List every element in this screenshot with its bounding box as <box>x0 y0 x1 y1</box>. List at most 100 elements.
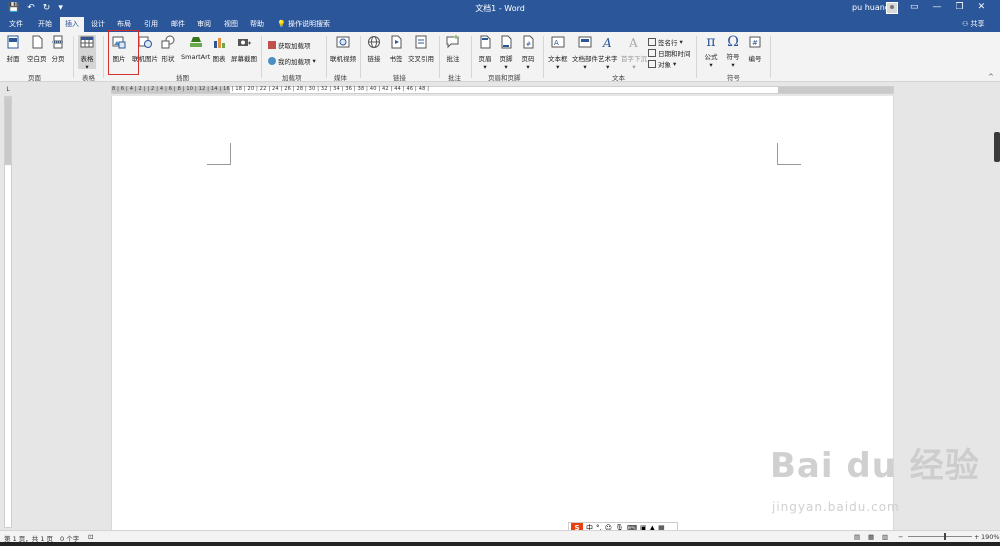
web-layout-icon[interactable]: ▥ <box>882 533 888 541</box>
horizontal-ruler[interactable]: 8 | 6 | 4 | 2 | | 2 | 4 | 6 | 8 | 10 | 1… <box>111 86 894 94</box>
zoom-in-icon[interactable]: + <box>974 533 979 541</box>
textbox-button[interactable]: A 文本框 ▾ <box>548 35 568 71</box>
symbol-button[interactable]: Ω 符号 ▾ <box>726 35 740 69</box>
ribbon-display-icon[interactable]: ▭ <box>910 2 919 12</box>
blank-page-button[interactable]: 空白页 <box>27 35 47 63</box>
scrollbar-thumb[interactable] <box>994 132 1000 162</box>
user-name[interactable]: pu huang <box>852 3 890 12</box>
globe-link-icon <box>368 36 380 48</box>
group-separator <box>439 36 440 78</box>
comment-button[interactable]: 批注 <box>446 35 460 63</box>
comment-icon <box>446 35 459 49</box>
textbox-label: 文本框 <box>548 55 568 63</box>
addins-icon <box>268 57 276 65</box>
number-button[interactable]: # 编号 <box>748 35 762 63</box>
minimize-icon[interactable]: — <box>933 2 942 12</box>
header-label: 页眉 <box>478 55 492 63</box>
tell-me-search[interactable]: 💡 操作说明搜索 <box>277 17 330 32</box>
signature-line-button[interactable]: 签名行 ▾ <box>648 37 683 47</box>
cover-page-label: 封面 <box>6 55 20 63</box>
watermark: Bai du 经验 jingyan.baidu.com <box>770 438 980 514</box>
page-number-label: 页码 <box>521 55 535 63</box>
zoom-slider[interactable] <box>908 536 972 537</box>
tab-stop-selector[interactable]: L <box>4 86 12 94</box>
date-time-label: 日期和时间 <box>658 50 691 58</box>
symbol-dropdown-icon: ▾ <box>731 61 735 69</box>
bookmark-button[interactable]: 书签 <box>389 35 403 63</box>
zoom-slider-thumb[interactable] <box>944 533 946 540</box>
object-button[interactable]: 对象 ▾ <box>648 59 676 69</box>
maximize-icon[interactable]: ❐ <box>956 2 964 12</box>
group-addins-label: 加载项 <box>282 74 302 82</box>
screenshot-button[interactable]: 屏幕截图 <box>231 35 257 63</box>
footer-button[interactable]: 页脚 ▾ <box>499 35 513 71</box>
avatar[interactable] <box>886 2 898 14</box>
vertical-ruler[interactable] <box>4 96 12 528</box>
table-dropdown-icon: ▾ <box>85 63 89 71</box>
proofing-icon[interactable]: ⊡ <box>88 533 93 541</box>
my-addins-button[interactable]: 我的加载项 ▾ <box>268 56 316 66</box>
smartart-icon <box>189 37 202 47</box>
store-icon <box>268 41 276 49</box>
date-time-button[interactable]: 日期和时间 <box>648 48 691 58</box>
page-number-button[interactable]: # 页码 ▾ <box>521 35 535 71</box>
cross-reference-label: 交叉引用 <box>408 55 434 63</box>
group-separator <box>770 36 771 78</box>
tab-design[interactable]: 设计 <box>86 17 110 32</box>
signature-icon <box>648 38 656 46</box>
get-addins-button[interactable]: 获取加载项 <box>268 40 311 50</box>
get-addins-label: 获取加载项 <box>278 42 311 50</box>
group-pages-label: 页面 <box>28 74 41 82</box>
wordart-dropdown-icon: ▾ <box>606 63 610 71</box>
tab-home[interactable]: 开始 <box>33 17 57 32</box>
share-button[interactable]: ⚇ 共享 <box>962 17 985 32</box>
tab-insert[interactable]: 插入 <box>60 17 84 32</box>
shapes-button[interactable]: 形状 <box>161 35 175 63</box>
object-dropdown-icon: ▾ <box>673 60 677 68</box>
group-separator <box>261 36 262 78</box>
status-bar: 第 1 页，共 1 页 0 个字 ⊡ ▤ ▦ ▥ − + 190% <box>0 530 1000 543</box>
number-label: 编号 <box>748 55 762 63</box>
drop-cap-icon: A <box>628 36 638 50</box>
number-icon: # <box>749 36 761 48</box>
wordart-label: 艺术字 <box>598 55 618 63</box>
equation-button[interactable]: π 公式 ▾ <box>704 35 718 69</box>
share-label: 共享 <box>970 20 985 28</box>
group-separator <box>471 36 472 78</box>
tab-references[interactable]: 引用 <box>139 17 163 32</box>
pi-icon: π <box>706 34 716 50</box>
collapse-ribbon-icon[interactable]: ^ <box>988 73 994 81</box>
footer-icon <box>501 35 512 49</box>
tab-help[interactable]: 帮助 <box>245 17 269 32</box>
wordart-button[interactable]: A 艺术字 ▾ <box>598 35 618 71</box>
cross-reference-button[interactable]: 交叉引用 <box>408 35 434 63</box>
chart-label: 图表 <box>212 55 226 63</box>
taskbar-strip <box>0 542 1000 546</box>
tab-file[interactable]: 文件 <box>4 17 28 32</box>
smartart-button[interactable]: SmartArt <box>181 35 210 61</box>
cover-page-button[interactable]: 封面 <box>6 35 20 63</box>
cover-page-icon <box>7 35 19 49</box>
wordart-icon: A <box>602 36 612 50</box>
tab-mailings[interactable]: 邮件 <box>166 17 190 32</box>
equation-dropdown-icon: ▾ <box>709 61 713 69</box>
header-button[interactable]: 页眉 ▾ <box>478 35 492 71</box>
close-icon[interactable]: ✕ <box>978 2 986 12</box>
zoom-out-icon[interactable]: − <box>898 533 903 541</box>
chart-button[interactable]: 图表 <box>212 35 226 63</box>
svg-text:A: A <box>602 36 612 49</box>
table-button[interactable]: 表格 ▾ <box>78 35 96 71</box>
blank-page-label: 空白页 <box>27 55 47 63</box>
drop-cap-button[interactable]: A 首字下沉 ▾ <box>621 35 647 71</box>
quick-parts-button[interactable]: 文档部件 ▾ <box>572 35 598 71</box>
zoom-level[interactable]: 190% <box>981 533 1000 541</box>
link-button[interactable]: 链接 <box>367 35 381 63</box>
print-layout-icon[interactable]: ▦ <box>868 533 874 541</box>
read-mode-icon[interactable]: ▤ <box>854 533 860 541</box>
page-break-button[interactable]: 分页 <box>51 35 65 63</box>
right-crop-mark <box>777 143 801 165</box>
online-video-button[interactable]: 联机视频 <box>330 35 356 63</box>
tab-view[interactable]: 视图 <box>219 17 243 32</box>
tab-review[interactable]: 审阅 <box>192 17 216 32</box>
smartart-label: SmartArt <box>181 53 211 61</box>
